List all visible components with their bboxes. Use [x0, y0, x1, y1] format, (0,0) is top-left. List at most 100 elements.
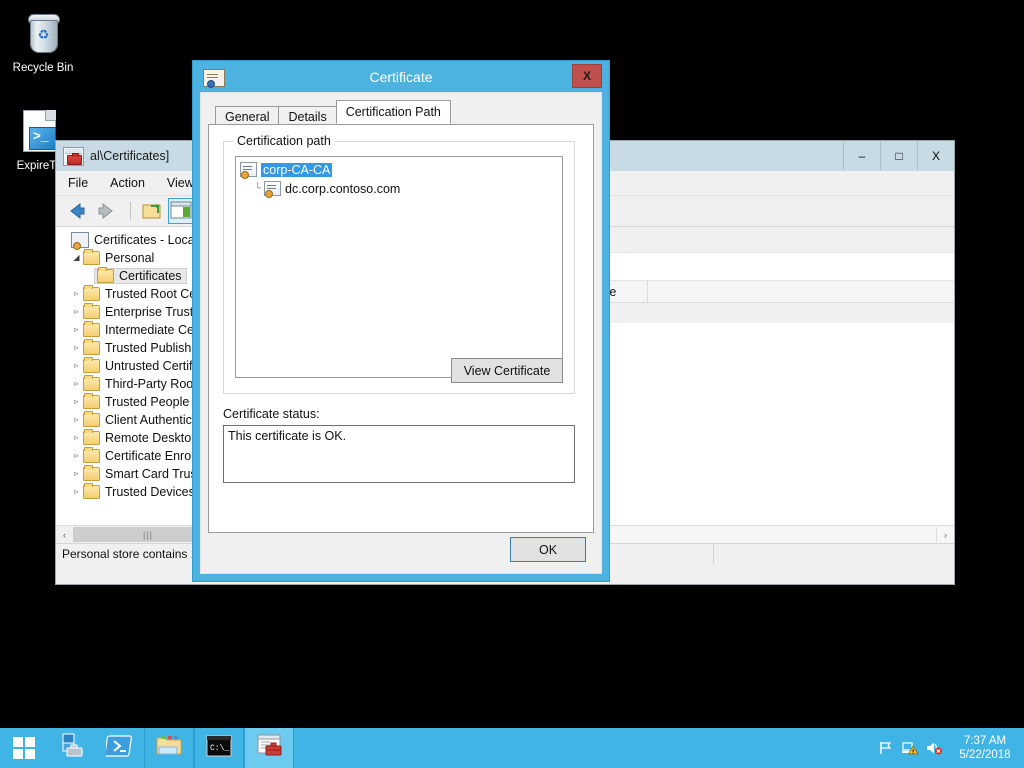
folder-icon — [83, 395, 100, 409]
taskbar-mmc-console[interactable] — [244, 728, 294, 768]
tree-expander[interactable]: ▹ — [70, 488, 83, 496]
toolbar-separator — [130, 202, 131, 220]
folder-icon — [83, 467, 100, 481]
start-button[interactable] — [0, 728, 48, 768]
close-button[interactable]: X — [572, 64, 602, 88]
network-warning-icon[interactable] — [898, 728, 922, 768]
tree-expander[interactable]: ▹ — [70, 452, 83, 460]
certification-path-group: Certification path corp-CA-CA └ dc.corp.… — [223, 141, 575, 394]
desktop-screen: ♻ Recycle Bin >_ ExpireTe al\Certificate… — [0, 0, 1024, 768]
certification-path-tab-panel: Certification path corp-CA-CA └ dc.corp.… — [208, 124, 594, 533]
ok-button[interactable]: OK — [510, 537, 586, 562]
forward-arrow-icon[interactable] — [93, 199, 119, 223]
folder-icon — [83, 413, 100, 427]
tree-item-label: Client Authentica — [105, 413, 199, 427]
certificate-dialog-title-bar[interactable]: Certificate X — [193, 61, 609, 92]
mmc-console-icon — [62, 146, 84, 166]
certificate-status-label: Certificate status: — [223, 407, 575, 421]
taskbar-command-prompt[interactable]: C:\_ — [194, 728, 244, 768]
mmc-window-title: al\Certificates] — [90, 149, 169, 163]
desktop-icon-recycle-bin[interactable]: ♻ Recycle Bin — [4, 10, 82, 75]
folder-icon — [97, 269, 114, 283]
tree-item-label: Enterprise Trust — [105, 305, 193, 319]
menu-item-file[interactable]: File — [68, 176, 88, 190]
tree-expander[interactable]: ▹ — [70, 326, 83, 334]
certificate-dialog-tabs: General Details Certification Path — [215, 101, 601, 124]
action-center-flag-icon[interactable] — [874, 728, 898, 768]
tree-item-label: Trusted People — [105, 395, 189, 409]
folder-icon — [83, 359, 100, 373]
certificate-status-text: This certificate is OK. — [223, 425, 575, 483]
back-arrow-icon[interactable] — [64, 199, 90, 223]
svg-text:C:\_: C:\_ — [210, 744, 229, 753]
tree-expander[interactable]: ▹ — [70, 308, 83, 316]
tree-item-label: Smart Card Trust — [105, 467, 200, 481]
certificate-dialog-content: General Details Certification Path Certi… — [200, 92, 602, 574]
menu-item-view[interactable]: View — [167, 176, 194, 190]
folder-icon — [83, 323, 100, 337]
folder-icon — [83, 287, 100, 301]
tree-expander[interactable]: ▹ — [70, 380, 83, 388]
tree-connector: └ — [254, 184, 264, 194]
certification-path-tree[interactable]: corp-CA-CA └ dc.corp.contoso.com — [235, 156, 563, 378]
tree-expander[interactable]: ◢ — [70, 254, 83, 262]
maximize-button[interactable]: □ — [880, 141, 917, 170]
folder-icon — [83, 485, 100, 499]
tree-expander[interactable]: ▹ — [70, 434, 83, 442]
taskbar-powershell[interactable] — [96, 728, 144, 768]
tree-expander[interactable]: ▹ — [70, 290, 83, 298]
tree-item-label: Remote Desktop — [105, 431, 198, 445]
minimize-button[interactable]: – — [843, 141, 880, 170]
folder-icon — [83, 305, 100, 319]
folder-icon — [83, 449, 100, 463]
volume-muted-icon[interactable] — [922, 728, 946, 768]
close-button[interactable]: X — [917, 141, 954, 170]
folder-icon — [83, 377, 100, 391]
tree-expander[interactable]: ▹ — [70, 362, 83, 370]
mmc-console-icon — [254, 733, 284, 764]
system-tray: 7:37 AM 5/22/2018 — [874, 728, 1024, 768]
scroll-right-arrow-icon[interactable]: › — [936, 527, 954, 542]
powershell-icon — [106, 733, 134, 764]
tree-expander[interactable]: ▹ — [70, 398, 83, 406]
certificate-dialog-title: Certificate — [193, 69, 609, 85]
folder-icon — [83, 251, 100, 265]
tree-item-label: Intermediate Cert — [105, 323, 202, 337]
scroll-left-arrow-icon[interactable]: ‹ — [56, 526, 73, 543]
menu-item-action[interactable]: Action — [110, 176, 145, 190]
properties-icon[interactable] — [139, 199, 165, 223]
tree-item-label: Untrusted Certific — [105, 359, 202, 373]
certificate-status-section: Certificate status: This certificate is … — [223, 407, 575, 483]
certificates-root-icon — [71, 232, 89, 248]
tree-expander[interactable]: ▹ — [70, 416, 83, 424]
tab-general[interactable]: General — [215, 106, 279, 126]
certificate-dialog-buttons: OK — [208, 533, 594, 566]
taskbar-clock[interactable]: 7:37 AM 5/22/2018 — [946, 728, 1024, 768]
file-explorer-icon — [154, 733, 184, 764]
tab-certification-path[interactable]: Certification Path — [336, 100, 451, 124]
clock-time: 7:37 AM — [964, 734, 1006, 748]
tab-details[interactable]: Details — [278, 106, 336, 126]
mmc-window-buttons: – □ X — [843, 141, 954, 171]
tree-item-label: Trusted Publisher — [105, 341, 203, 355]
path-node-root[interactable]: corp-CA-CA — [236, 157, 562, 178]
tree-expander[interactable]: ▹ — [70, 344, 83, 352]
server-manager-icon — [57, 732, 87, 765]
view-certificate-button[interactable]: View Certificate — [451, 358, 563, 383]
tree-item-label: Trusted Devices — [105, 485, 195, 499]
folder-icon — [83, 341, 100, 355]
certificate-node-icon — [264, 181, 281, 196]
taskbar: C:\_ — [0, 728, 1024, 768]
command-prompt-icon: C:\_ — [205, 734, 233, 763]
windows-logo-icon — [13, 737, 35, 759]
tree-item-label: Personal — [105, 251, 154, 265]
desktop-icon-label: Recycle Bin — [4, 62, 82, 75]
certification-path-group-label: Certification path — [233, 134, 335, 148]
path-node-label: dc.corp.contoso.com — [285, 182, 400, 196]
taskbar-file-explorer[interactable] — [144, 728, 194, 768]
certificate-dialog: Certificate X General Details Certificat… — [192, 60, 610, 582]
path-node-child[interactable]: └ dc.corp.contoso.com — [236, 178, 562, 197]
tree-expander[interactable]: ▹ — [70, 470, 83, 478]
path-node-label: corp-CA-CA — [261, 163, 332, 177]
taskbar-server-manager[interactable] — [48, 728, 96, 768]
